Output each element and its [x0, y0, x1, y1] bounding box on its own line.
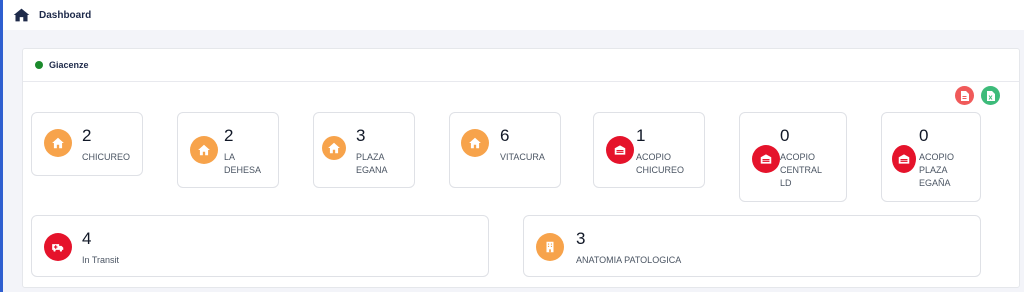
card-count: 3	[576, 229, 586, 248]
card-count: 0	[919, 126, 929, 145]
panel-title: Giacenze	[49, 60, 89, 70]
card-label: ACOPIO CENTRAL LD	[780, 152, 822, 188]
panel-header: Giacenze	[23, 49, 1019, 82]
card-vitacura[interactable]: 6 VITACURA	[449, 112, 561, 188]
left-accent-bar	[0, 0, 3, 292]
card-label: In Transit	[82, 255, 120, 265]
top-header: Dashboard	[3, 0, 1024, 30]
home-icon	[190, 136, 218, 164]
home-icon	[461, 129, 489, 157]
card-count: 2	[224, 126, 234, 145]
card-count: 0	[780, 126, 790, 145]
card-acopio-central-ld[interactable]: 0 ACOPIO CENTRAL LD	[739, 112, 847, 202]
card-count: 6	[500, 126, 510, 145]
card-chicureo[interactable]: 2 CHICUREO	[31, 112, 143, 176]
card-count: 3	[356, 126, 366, 145]
card-anatomia-patologica[interactable]: 3 ANATOMIA PATOLOGICA	[523, 215, 981, 277]
home-icon	[44, 129, 72, 157]
card-label: ANATOMIA PATOLOGICA	[576, 255, 682, 265]
card-acopio-plaza-egana[interactable]: 0 ACOPIO PLAZA EGAÑA	[881, 112, 981, 202]
status-dot	[35, 61, 43, 69]
card-label: ACOPIO CHICUREO	[636, 152, 685, 175]
page-title: Dashboard	[39, 9, 92, 21]
card-count: 2	[82, 126, 92, 145]
card-la-dehesa[interactable]: 2 LA DEHESA	[177, 112, 279, 188]
card-plaza-egana[interactable]: 3 PLAZA EGANA	[313, 112, 415, 188]
building-icon	[536, 233, 564, 261]
giacenze-panel: Giacenze 2 CHICUREO 2 LA DEHESA 3 PLAZA …	[22, 48, 1020, 288]
home-icon	[322, 136, 346, 160]
warehouse-icon	[752, 145, 780, 173]
card-label: ACOPIO PLAZA EGAÑA	[919, 152, 955, 188]
card-in-transit[interactable]: 4 In Transit	[31, 215, 489, 277]
ambulance-icon	[44, 233, 72, 261]
pdf-file-icon	[961, 90, 969, 101]
card-label: VITACURA	[500, 152, 545, 162]
excel-file-icon	[987, 90, 995, 101]
warehouse-icon	[892, 145, 916, 173]
card-label: CHICUREO	[82, 152, 131, 162]
export-pdf-button[interactable]	[955, 86, 974, 105]
card-label: LA DEHESA	[224, 152, 262, 175]
card-count: 1	[636, 126, 646, 145]
card-acopio-chicureo[interactable]: 1 ACOPIO CHICUREO	[593, 112, 705, 188]
export-excel-button[interactable]	[981, 86, 1000, 105]
card-label: PLAZA EGANA	[356, 152, 388, 175]
home-icon[interactable]	[13, 7, 30, 23]
card-count: 4	[82, 229, 92, 248]
warehouse-icon	[606, 136, 634, 164]
